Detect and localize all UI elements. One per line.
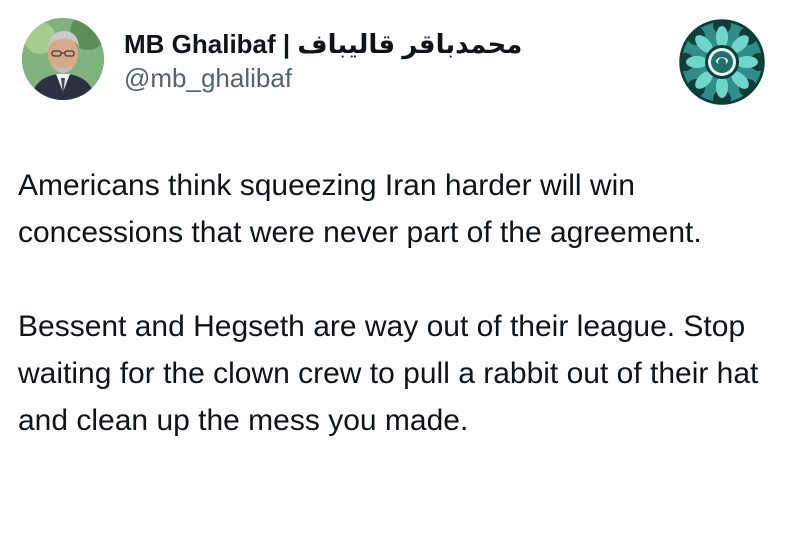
tweet-paragraph-1: Americans think squeezing Iran harder wi… xyxy=(18,169,702,249)
tweet-paragraph-2: Bessent and Hegseth are way out of their… xyxy=(18,310,759,437)
avatar[interactable] xyxy=(22,18,104,100)
tweet-card: MB Ghalibaf | محمدباقر قالیباف @mb_ghali… xyxy=(0,0,800,536)
emblem-graphic xyxy=(679,19,765,105)
person-portrait-icon xyxy=(22,18,104,100)
tweet-text: Americans think squeezing Iran harder wi… xyxy=(18,162,788,444)
author-names: MB Ghalibaf | محمدباقر قالیباف @mb_ghali… xyxy=(124,28,522,94)
display-name[interactable]: MB Ghalibaf | محمدباقر قالیباف xyxy=(124,28,522,60)
user-handle[interactable]: @mb_ghalibaf xyxy=(124,62,522,94)
tweet-header: MB Ghalibaf | محمدباقر قالیباف @mb_ghali… xyxy=(22,18,778,108)
circular-emblem-icon xyxy=(679,19,765,105)
